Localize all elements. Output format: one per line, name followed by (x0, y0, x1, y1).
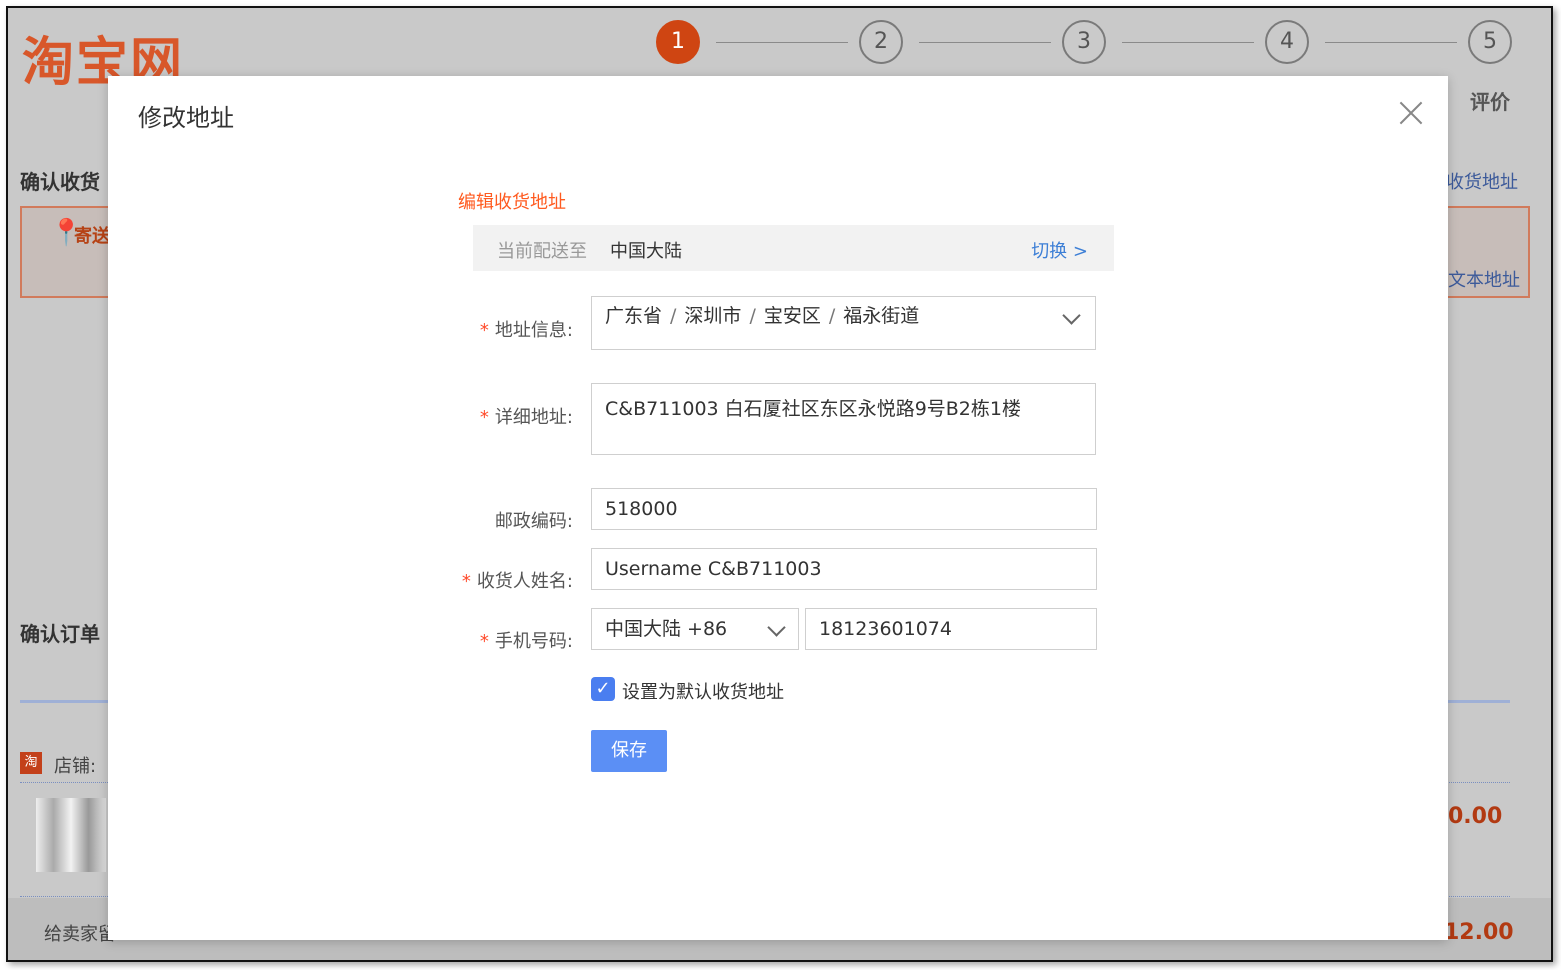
text-address-link[interactable]: 文本地址 (1448, 266, 1520, 292)
section-title: 编辑收货地址 (458, 192, 566, 213)
step-connector (1122, 42, 1254, 43)
recipient-name-input[interactable]: Username C&B711003 (591, 548, 1097, 590)
default-address-label[interactable]: 设置为默认收货地址 (622, 678, 784, 704)
shop-icon: 淘 (20, 752, 42, 774)
region-separator: / (828, 305, 836, 327)
recipient-name-label: * 收货人姓名: (328, 567, 573, 593)
recipient-name-label-text: 收货人姓名: (476, 571, 573, 592)
save-button[interactable]: 保存 (591, 730, 667, 772)
required-marker: * (479, 320, 489, 341)
chevron-down-icon (1062, 306, 1081, 325)
step-1: 1 (656, 20, 700, 64)
step-5-label: 评价 (1470, 90, 1510, 114)
step-4: 4 (1265, 20, 1309, 64)
manage-address-link[interactable]: 收货地址 (1446, 168, 1518, 194)
zip-input[interactable]: 518000 (591, 488, 1097, 530)
region-separator: / (749, 305, 756, 327)
delivery-label: 当前配送至 (497, 241, 587, 262)
detail-address-label-text: 详细地址: (494, 407, 573, 428)
required-marker: * (461, 571, 471, 592)
default-address-checkbox[interactable]: ✓ (591, 677, 615, 701)
item-price: 0.00 (1448, 804, 1503, 829)
zip-label: 邮政编码: (494, 511, 573, 532)
phone-input[interactable]: 18123601074 (805, 608, 1097, 650)
switch-region-link[interactable]: 切换 > (1031, 237, 1088, 263)
detail-address-input[interactable]: C&B711003 白石厦社区东区永悦路9号B2栋1楼 (591, 383, 1096, 455)
street-value: 福永街道 (843, 305, 920, 327)
order-steps: 1 2 3 4 5 (656, 20, 1526, 80)
region-label-text: 地址信息: (494, 320, 573, 341)
detail-address-label: * 详细地址: (328, 403, 573, 429)
address-tag: 寄送 (74, 226, 110, 247)
required-marker: * (479, 407, 489, 428)
province-value: 广东省 (605, 305, 663, 327)
edit-address-modal: 修改地址 编辑收货地址 当前配送至 中国大陆 切换 > * 地址信息: 广东省 / 深… (108, 76, 1448, 940)
product-thumbnail[interactable] (36, 798, 106, 872)
delivery-region-value: 中国大陆 (610, 241, 682, 262)
step-connector (716, 42, 848, 43)
step-connector (1325, 42, 1457, 43)
modal-title: 修改地址 (138, 104, 234, 132)
region-separator: / (670, 305, 677, 327)
region-select[interactable]: 广东省 / 深圳市 / 宝安区 / 福永街道 (591, 296, 1096, 350)
browser-frame: 淘宝网 1 2 3 4 5 评价 确认收货 收货地址 📍 寄送 文本地址 确认订… (6, 6, 1553, 962)
step-2: 2 (859, 20, 903, 64)
required-marker: * (479, 631, 489, 652)
shop-label: 店铺: (54, 756, 97, 777)
city-value: 深圳市 (684, 305, 742, 327)
order-total: 12.00 (1444, 920, 1514, 945)
close-icon[interactable] (1398, 100, 1424, 126)
region-label: * 地址信息: (328, 316, 573, 342)
delivery-region-bar: 当前配送至 中国大陆 切换 > (473, 225, 1114, 271)
country-code-select[interactable]: 中国大陆 +86 (591, 608, 799, 650)
confirm-address-heading: 确认收货 (20, 170, 100, 194)
step-connector (919, 42, 1051, 43)
confirm-order-heading: 确认订单 (20, 622, 100, 646)
step-3: 3 (1062, 20, 1106, 64)
chevron-down-icon (767, 618, 786, 637)
phone-label: * 手机号码: (328, 627, 573, 653)
district-value: 宝安区 (763, 305, 821, 327)
seller-message-label: 给卖家留 (44, 924, 116, 945)
country-code-value: 中国大陆 +86 (605, 618, 728, 640)
step-5: 5 (1468, 20, 1512, 64)
phone-label-text: 手机号码: (494, 631, 573, 652)
